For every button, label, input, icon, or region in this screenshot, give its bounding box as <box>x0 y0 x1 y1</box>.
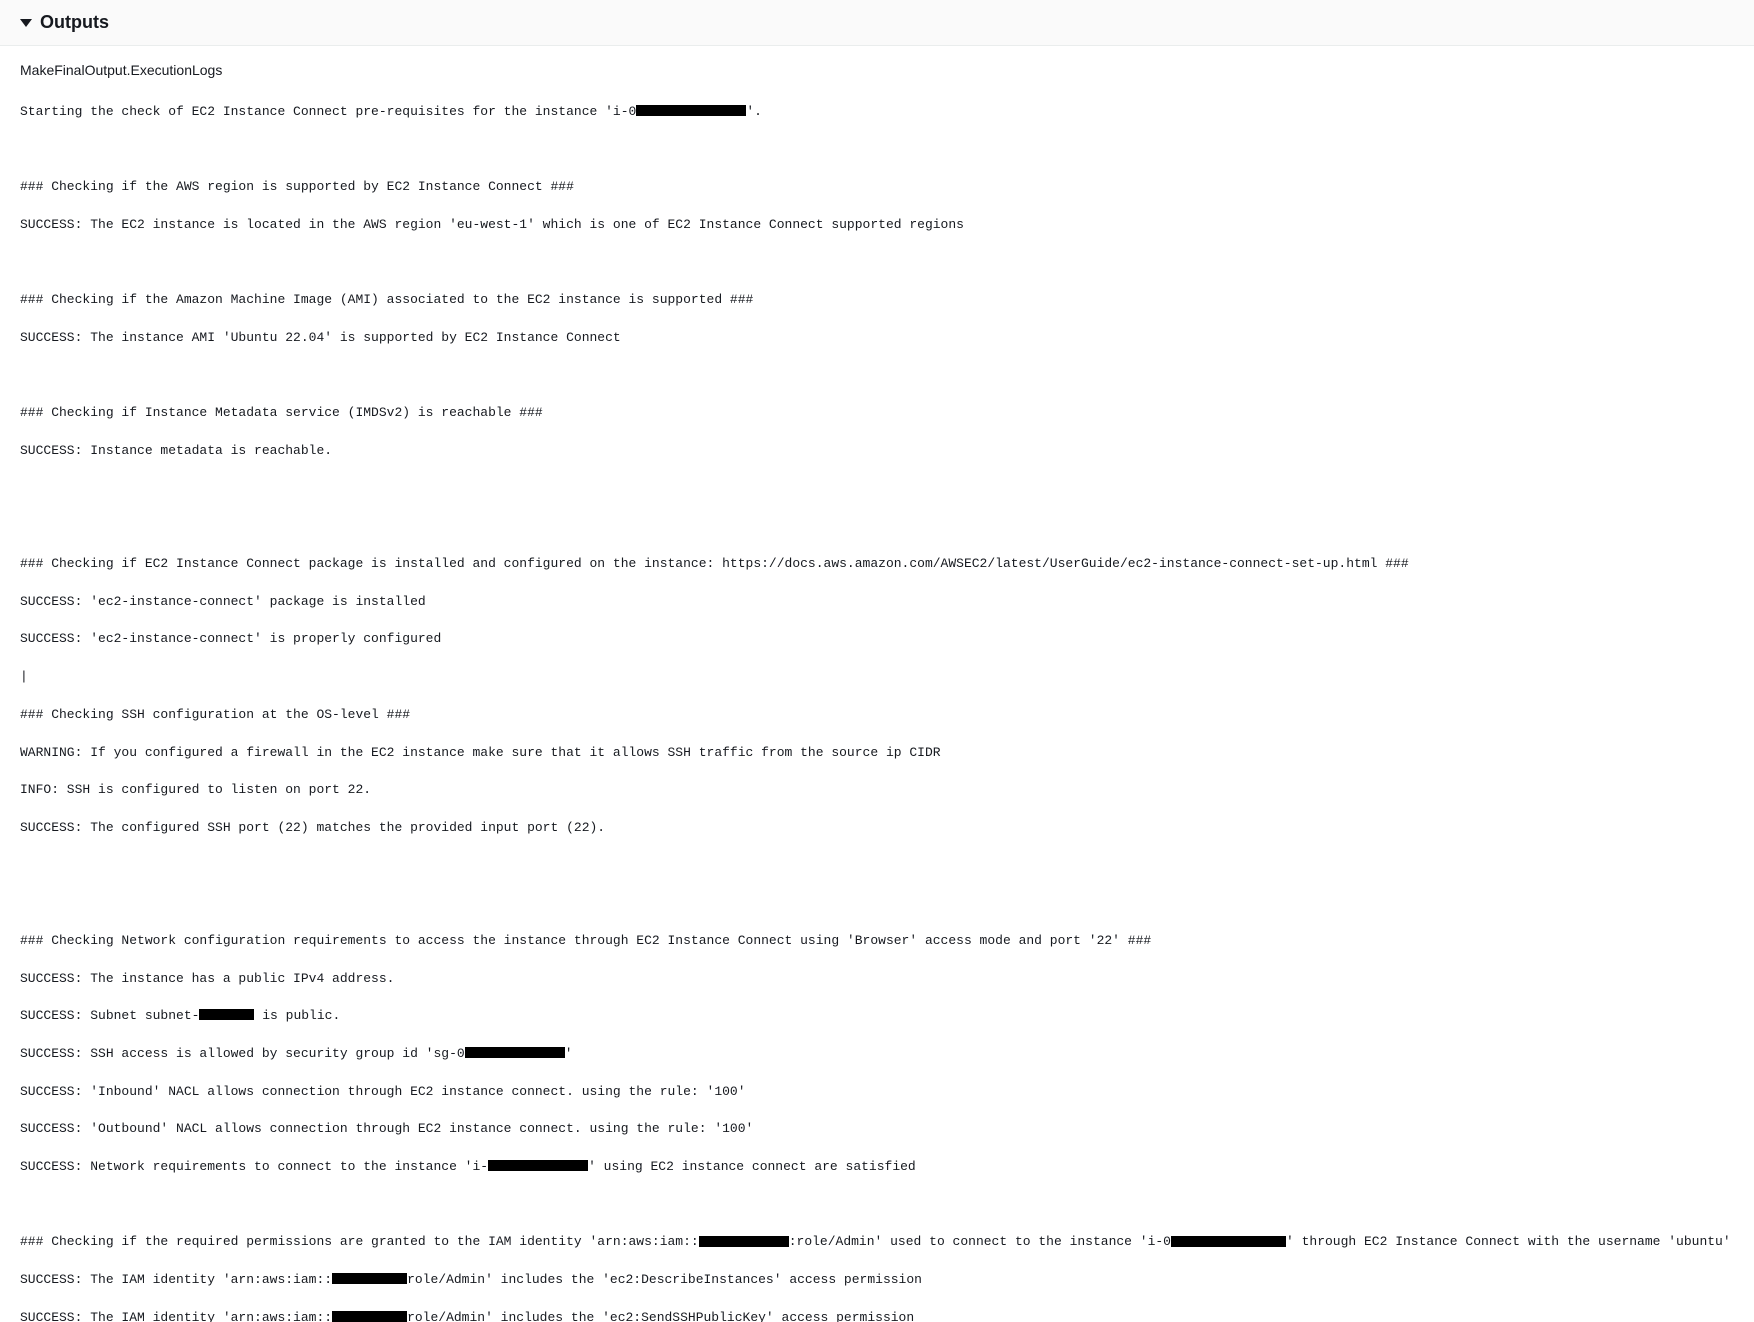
execution-log: Starting the check of EC2 Instance Conne… <box>20 84 1734 1322</box>
log-line: SUCCESS: 'ec2-instance-connect' is prope… <box>20 630 1734 649</box>
log-line <box>20 367 1734 386</box>
log-line: SUCCESS: The EC2 instance is located in … <box>20 216 1734 235</box>
log-line: Starting the check of EC2 Instance Conne… <box>20 103 1734 122</box>
log-line: SUCCESS: Instance metadata is reachable. <box>20 442 1734 461</box>
log-line: SUCCESS: The instance AMI 'Ubuntu 22.04'… <box>20 329 1734 348</box>
log-line: INFO: SSH is configured to listen on por… <box>20 781 1734 800</box>
log-line: SUCCESS: 'Inbound' NACL allows connectio… <box>20 1083 1734 1102</box>
outputs-title: Outputs <box>40 12 109 33</box>
redacted-iam-account <box>332 1273 407 1284</box>
log-line <box>20 254 1734 273</box>
redacted-instance-id <box>1171 1236 1286 1247</box>
log-line: SUCCESS: The instance has a public IPv4 … <box>20 970 1734 989</box>
log-line <box>20 480 1734 499</box>
redacted-instance-id <box>636 105 746 116</box>
log-line <box>20 894 1734 913</box>
log-line <box>20 1196 1734 1215</box>
log-line: SUCCESS: 'Outbound' NACL allows connecti… <box>20 1120 1734 1139</box>
log-line: ### Checking SSH configuration at the OS… <box>20 706 1734 725</box>
log-line <box>20 517 1734 536</box>
redacted-security-group <box>465 1047 565 1058</box>
log-line: ### Checking if the required permissions… <box>20 1233 1734 1252</box>
log-line-cursor: | <box>20 668 1734 687</box>
redacted-instance-id <box>488 1160 588 1171</box>
log-line: ### Checking if EC2 Instance Connect pac… <box>20 555 1734 574</box>
caret-down-icon <box>20 19 32 27</box>
log-line: WARNING: If you configured a firewall in… <box>20 744 1734 763</box>
outputs-header[interactable]: Outputs <box>0 0 1754 46</box>
log-line: SUCCESS: The configured SSH port (22) ma… <box>20 819 1734 838</box>
redacted-iam-account <box>332 1311 407 1322</box>
log-line: SUCCESS: SSH access is allowed by securi… <box>20 1045 1734 1064</box>
log-line: ### Checking if the AWS region is suppor… <box>20 178 1734 197</box>
log-line: ### Checking Network configuration requi… <box>20 932 1734 951</box>
log-line: SUCCESS: The IAM identity 'arn:aws:iam::… <box>20 1271 1734 1290</box>
log-line <box>20 141 1734 160</box>
log-line: ### Checking if Instance Metadata servic… <box>20 404 1734 423</box>
redacted-subnet <box>199 1009 254 1020</box>
outputs-content: MakeFinalOutput.ExecutionLogs Starting t… <box>0 46 1754 1322</box>
log-line: ### Checking if the Amazon Machine Image… <box>20 291 1734 310</box>
log-line: SUCCESS: Network requirements to connect… <box>20 1158 1734 1177</box>
redacted-iam-account <box>699 1236 789 1247</box>
log-line <box>20 857 1734 876</box>
log-line: SUCCESS: 'ec2-instance-connect' package … <box>20 593 1734 612</box>
log-line: SUCCESS: Subnet subnet- is public. <box>20 1007 1734 1026</box>
log-line: SUCCESS: The IAM identity 'arn:aws:iam::… <box>20 1309 1734 1322</box>
section-label: MakeFinalOutput.ExecutionLogs <box>20 62 1734 78</box>
